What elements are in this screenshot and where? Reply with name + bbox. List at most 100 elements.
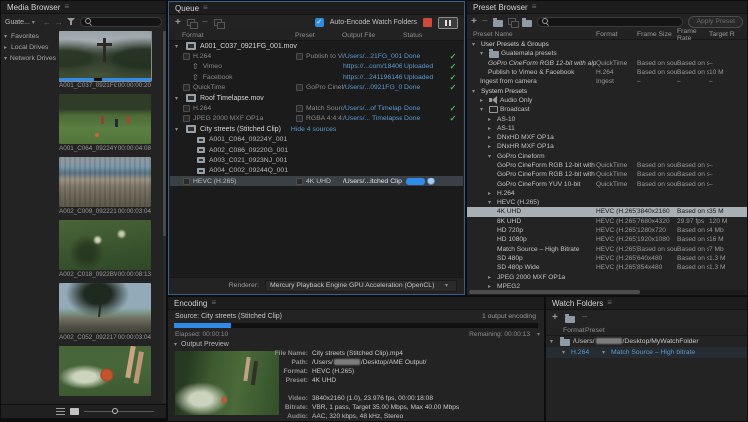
clip-thumbnail[interactable]	[59, 31, 152, 82]
preset-row-selected[interactable]: 4K UHDHEVC (H.265)3840x2160Based on sour…	[467, 207, 747, 217]
preset-row[interactable]: Publish to Vimeo & Facebook H.264 Based on…	[467, 68, 747, 77]
tab-watch-folders[interactable]: Watch Folders	[552, 299, 603, 308]
pause-queue-button[interactable]	[438, 16, 458, 29]
clip-thumbnail[interactable]	[59, 346, 151, 396]
expander-icon[interactable]: ▾	[488, 153, 495, 160]
chevron-down-icon[interactable]: ▾	[537, 331, 540, 338]
clip-item[interactable]: A001_C064_09224Y_...00:00:04:08	[59, 94, 161, 152]
scrollbar[interactable]	[163, 31, 166, 403]
expander-icon[interactable]: ▾	[488, 199, 495, 206]
chevron-down-icon[interactable]: ▾	[602, 349, 609, 356]
output-checkbox[interactable]	[183, 105, 190, 113]
output-url-link[interactable]: https://...com/184066142	[343, 63, 402, 70]
new-preset-button[interactable]: +	[471, 17, 477, 27]
panel-menu-icon[interactable]: ≡	[532, 3, 537, 11]
output-file-link[interactable]: /Users/...21FG_001_1.mp4	[343, 53, 402, 60]
watch-folder-row[interactable]: ▾ /Users//Desktop/MyWatchFolder	[546, 336, 747, 347]
preset-row[interactable]: Match Source – High Bitrate HEVC (H.265) B…	[467, 245, 747, 254]
tree-item-favorites[interactable]: ▾ Favorites	[1, 31, 56, 42]
media-search-input[interactable]	[79, 17, 162, 27]
horizontal-scrollbar[interactable]	[469, 290, 745, 294]
stop-queue-button[interactable]	[423, 18, 432, 27]
location-dropdown[interactable]: Guate... ▾	[5, 19, 39, 26]
back-button[interactable]: ←	[43, 18, 51, 27]
output-checkbox[interactable]	[183, 84, 190, 92]
panel-menu-icon[interactable]: ≡	[211, 299, 216, 307]
clip-item[interactable]: A002_C052_092217_...00:00:03:04	[59, 283, 161, 341]
watch-preset-dropdown[interactable]: Match Source – High bitrate	[611, 349, 695, 356]
queue-output-row[interactable]: H.264 Match Source – High bitr... /Users…	[170, 103, 463, 113]
preset-group-row[interactable]: ▾ HEVC (H.265)	[467, 198, 747, 207]
output-file-link[interactable]: /Users/...itched Clip).mp4	[343, 178, 402, 185]
remove-watch-folder-button[interactable]: −	[582, 313, 588, 323]
watch-folder-output-row[interactable]: ▾ H.264 ▾ Match Source – High bitrate	[546, 347, 747, 358]
expander-icon[interactable]: ▸	[488, 283, 495, 290]
clip-thumbnail[interactable]	[59, 157, 151, 207]
column-format[interactable]: Format	[546, 327, 585, 334]
preset-checkbox[interactable]	[296, 177, 303, 185]
column-preset-name[interactable]: Preset Name	[467, 31, 596, 38]
clip-thumbnail[interactable]	[59, 220, 151, 270]
output-preview-toggle[interactable]: ▾ Output Preview	[174, 341, 229, 348]
queue-output-row[interactable]: H.264 Publish to Vimeo & Face... /Users/…	[170, 51, 463, 61]
queue-output-row[interactable]: ⇧Vimeo https://...com/184066142 Uploaded…	[170, 62, 463, 72]
duplicate-button[interactable]	[186, 18, 198, 29]
queue-output-row[interactable]: QuickTime GoPro Cineform RGB 12... /User…	[170, 83, 463, 93]
queue-output-row[interactable]: ⇧Facebook https://...24119614602283 Uplo…	[170, 72, 463, 82]
expander-icon[interactable]: ▾	[480, 106, 487, 113]
clip-item[interactable]: A001_C037_0921FG_...00:00:00:20	[59, 31, 161, 89]
column-format[interactable]: Format	[169, 32, 295, 39]
panel-menu-icon[interactable]: ≡	[607, 299, 612, 307]
queue-source-row[interactable]: ▾ Roof Timelapse.mov	[170, 93, 463, 103]
panel-menu-icon[interactable]: ≡	[203, 4, 208, 12]
expander-icon[interactable]: ▸	[488, 134, 495, 141]
preset-checkbox[interactable]	[296, 53, 303, 61]
preset-section-row[interactable]: ▾ System Presets	[467, 86, 747, 95]
remove-button[interactable]: −	[202, 17, 208, 28]
expander-icon[interactable]: ▾	[480, 50, 487, 57]
preset-row[interactable]: GoPro CineForm RGB 12-bit with alpha...Q…	[467, 170, 747, 179]
auto-encode-checkbox[interactable]: ✓	[314, 18, 324, 27]
queue-output-row[interactable]: JPEG 2000 MXF OP1a RGBA 4:4:4:4 12-bit (…	[170, 114, 463, 124]
list-view-icon[interactable]	[56, 408, 65, 415]
preset-group-row[interactable]: ▾ Broadcast	[467, 105, 747, 114]
delete-preset-button[interactable]: −	[482, 17, 488, 27]
add-watch-folder-button[interactable]: +	[552, 313, 558, 323]
panel-menu-icon[interactable]: ≡	[64, 3, 69, 11]
column-preset[interactable]: Preset	[295, 32, 342, 39]
import-preset-icon[interactable]	[521, 17, 532, 27]
output-file-link[interactable]: /Users/...0921FG_001.mov	[343, 84, 402, 91]
stitched-source-row[interactable]: A003_C021_0923NJ_001	[170, 155, 463, 165]
preset-row[interactable]: GoPro CineForm YUV 10-bit QuickTime Based …	[467, 179, 747, 188]
expander-icon[interactable]: ▾	[472, 41, 479, 48]
tab-preset-browser[interactable]: Preset Browser	[473, 3, 528, 12]
expander-icon[interactable]: ▾	[4, 33, 11, 40]
tab-queue[interactable]: Queue	[175, 4, 199, 13]
preset-group-row[interactable]: ▸ AS-11	[467, 124, 747, 133]
preset-section-row[interactable]: ▾ User Presets & Groups	[467, 40, 747, 49]
preset-row[interactable]: SD 480pHEVC (H.265)640x480Based on sourc…	[467, 254, 747, 263]
add-source-button[interactable]: +	[175, 17, 181, 28]
expander-icon[interactable]: ▸	[488, 125, 495, 132]
apply-preset-button[interactable]: Apply Preset	[688, 16, 743, 28]
watch-format-dropdown[interactable]: H.264	[571, 349, 589, 356]
queue-encoding-row[interactable]: HEVC (H.265) 4K UHD /Users/...itched Cli…	[170, 176, 463, 187]
preset-group-row[interactable]: ▾ GoPro Cineform	[467, 152, 747, 161]
slider-knob[interactable]	[112, 408, 118, 414]
copy-button[interactable]	[213, 18, 225, 29]
preset-settings-icon[interactable]	[507, 18, 519, 28]
preset-checkbox[interactable]	[296, 105, 303, 113]
tab-media-browser[interactable]: Media Browser	[7, 3, 60, 12]
preset-row[interactable]: 8K UHD HEVC (H.265) 7680x4320 29.97 fps 120 …	[467, 217, 747, 226]
preset-checkbox[interactable]	[296, 115, 303, 123]
output-file-link[interactable]: /Users/... Timelapse_1.mxf	[343, 115, 402, 122]
thumbnail-view-icon[interactable]	[70, 408, 79, 415]
preset-search-input[interactable]	[536, 17, 684, 27]
preset-group-row[interactable]: ▸ AS-10	[467, 114, 747, 123]
expander-icon[interactable]: ▸	[4, 44, 11, 51]
expander-icon[interactable]: ▾	[550, 338, 557, 345]
preset-row[interactable]: Ingest from camera Ingest – – –	[467, 77, 747, 86]
expander-icon[interactable]: ▾	[472, 88, 479, 95]
column-format[interactable]: Format	[596, 31, 637, 38]
expander-icon[interactable]: ▸	[488, 190, 495, 197]
